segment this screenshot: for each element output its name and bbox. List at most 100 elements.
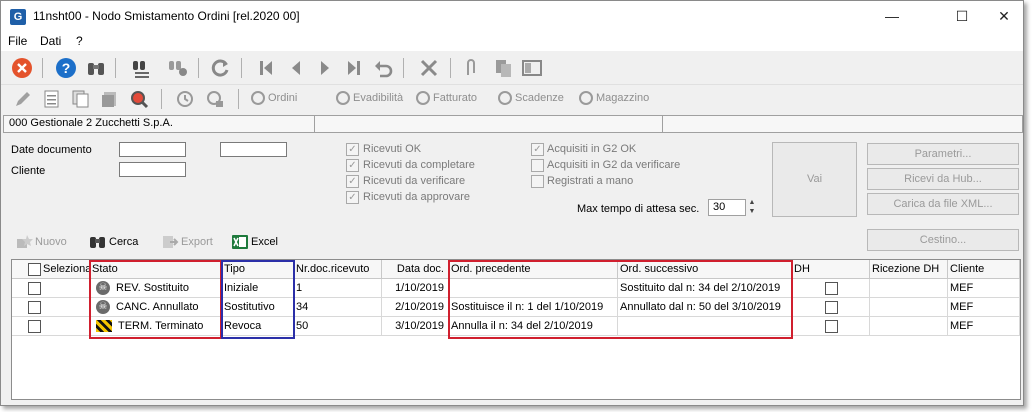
row-dh-checkbox[interactable] xyxy=(825,319,838,333)
copy-docs-icon[interactable] xyxy=(493,57,515,79)
clock-history-icon[interactable] xyxy=(175,89,195,109)
attachment-icon[interactable] xyxy=(460,57,482,79)
header-cliente[interactable]: Cliente xyxy=(948,260,1020,279)
row-dh-checkbox[interactable] xyxy=(825,300,838,314)
ricevuti-da-approvare-checkbox[interactable]: ✓ xyxy=(346,191,359,204)
header-data-doc[interactable]: Data doc. xyxy=(382,260,449,279)
ordini-icon xyxy=(251,91,265,105)
binoculars-list-icon[interactable] xyxy=(131,57,153,79)
row-stato-cell[interactable]: ☠ REV. Sostituito xyxy=(90,279,222,298)
max-wait-input[interactable]: 30 xyxy=(708,199,746,216)
binoculars-icon[interactable] xyxy=(85,57,107,79)
cerca-button[interactable]: Cerca xyxy=(89,234,138,252)
row-ricezione-dh-cell[interactable] xyxy=(870,317,948,336)
select-all-checkbox[interactable] xyxy=(28,262,41,276)
undo-icon[interactable] xyxy=(372,57,394,79)
row-cliente-cell[interactable]: MEF xyxy=(948,279,1020,298)
table-row-select-cell xyxy=(12,298,90,317)
row-tipo-cell[interactable]: Sostitutivo xyxy=(222,298,294,317)
row-cliente-cell[interactable]: MEF xyxy=(948,298,1020,317)
table-row-select-cell xyxy=(12,317,90,336)
ricevuti-ok-checkbox[interactable]: ✓ xyxy=(346,143,359,156)
menu-file[interactable]: File xyxy=(8,34,27,48)
row-data-doc-cell[interactable]: 2/10/2019 xyxy=(382,298,449,317)
delete-icon[interactable] xyxy=(418,57,440,79)
carica-da-file-xml-button[interactable]: Carica da file XML... xyxy=(867,193,1019,215)
layout-icon[interactable] xyxy=(521,57,543,79)
row-ord-precedente-cell[interactable]: Sostituisce il n: 1 del 1/10/2019 xyxy=(449,298,618,317)
evadibilita-button[interactable]: Evadibilità xyxy=(336,91,403,109)
row-select-checkbox[interactable] xyxy=(28,300,41,314)
header-seleziona[interactable]: Seleziona xyxy=(12,260,90,279)
magazzino-button[interactable]: Magazzino xyxy=(579,91,649,109)
fatturato-button[interactable]: Fatturato xyxy=(416,91,477,109)
row-ord-successivo-cell[interactable]: Sostituito dal n: 34 del 2/10/2019 xyxy=(618,279,792,298)
excel-icon xyxy=(231,234,249,250)
export-button[interactable]: Export xyxy=(161,234,213,252)
cliente-input[interactable] xyxy=(119,162,186,177)
scadenze-button[interactable]: Scadenze xyxy=(498,91,564,109)
exit-icon[interactable] xyxy=(11,57,33,79)
parametri-button[interactable]: Parametri... xyxy=(867,143,1019,165)
excel-button[interactable]: Excel xyxy=(231,234,278,252)
header-dh[interactable]: DH xyxy=(792,260,870,279)
menu-dati[interactable]: Dati xyxy=(40,34,61,48)
minimize-button[interactable]: — xyxy=(869,1,915,31)
last-record-icon[interactable] xyxy=(343,57,365,79)
next-record-icon[interactable] xyxy=(314,57,336,79)
close-window-button[interactable]: ✕ xyxy=(981,1,1023,31)
header-nr-doc[interactable]: Nr.doc.ricevuto xyxy=(294,260,382,279)
row-nr-doc-cell[interactable]: 50 xyxy=(294,317,382,336)
ricevi-da-hub-button[interactable]: Ricevi da Hub... xyxy=(867,168,1019,190)
date-to-input[interactable] xyxy=(220,142,287,157)
cestino-button[interactable]: Cestino... xyxy=(867,229,1019,251)
ricevuti-da-completare-checkbox[interactable]: ✓ xyxy=(346,159,359,172)
acquisiti-ok-checkbox[interactable]: ✓ xyxy=(531,143,544,156)
row-data-doc-cell[interactable]: 1/10/2019 xyxy=(382,279,449,298)
row-stato-cell[interactable]: TERM. Terminato xyxy=(90,317,222,336)
row-cliente-cell[interactable]: MEF xyxy=(948,317,1020,336)
row-tipo-cell[interactable]: Revoca xyxy=(222,317,294,336)
row-ord-precedente-cell[interactable]: Annulla il n: 34 del 2/10/2019 xyxy=(449,317,618,336)
acquisiti-da-verificare-checkbox[interactable] xyxy=(531,159,544,172)
row-tipo-cell[interactable]: Iniziale xyxy=(222,279,294,298)
row-stato-cell[interactable]: ☠ CANC. Annullato xyxy=(90,298,222,317)
binoculars-user-icon[interactable] xyxy=(167,57,189,79)
row-nr-doc-cell[interactable]: 1 xyxy=(294,279,382,298)
row-stato-text: CANC. Annullato xyxy=(116,301,199,313)
ricevuti-da-verificare-checkbox[interactable]: ✓ xyxy=(346,175,359,188)
row-nr-doc-cell[interactable]: 34 xyxy=(294,298,382,317)
help-icon[interactable]: ? xyxy=(55,57,77,79)
date-from-input[interactable] xyxy=(119,142,186,157)
previous-record-icon[interactable] xyxy=(285,57,307,79)
row-ord-precedente-cell[interactable] xyxy=(449,279,618,298)
row-select-checkbox[interactable] xyxy=(28,319,41,333)
max-wait-spinner[interactable]: ▲ ▼ xyxy=(747,198,757,217)
header-ricezione-dh[interactable]: Ricezione DH xyxy=(870,260,948,279)
header-ord-precedente[interactable]: Ord. precedente xyxy=(449,260,618,279)
refresh-icon[interactable] xyxy=(209,57,231,79)
row-select-checkbox[interactable] xyxy=(28,281,41,295)
search-red-icon[interactable] xyxy=(129,89,149,109)
registrati-a-mano-checkbox[interactable] xyxy=(531,175,544,188)
vai-button[interactable]: Vai xyxy=(772,142,857,217)
header-ord-successivo[interactable]: Ord. successivo xyxy=(618,260,792,279)
maximize-button[interactable]: ☐ xyxy=(939,1,985,31)
ordini-button[interactable]: Ordini xyxy=(251,91,297,109)
first-record-icon[interactable] xyxy=(255,57,277,79)
row-dh-checkbox[interactable] xyxy=(825,281,838,295)
row-ricezione-dh-cell[interactable] xyxy=(870,298,948,317)
row-data-doc-cell[interactable]: 3/10/2019 xyxy=(382,317,449,336)
row-ord-successivo-cell[interactable] xyxy=(618,317,792,336)
document-stack-icon[interactable] xyxy=(100,89,120,109)
row-ord-successivo-cell[interactable]: Annullato dal n: 50 del 3/10/2019 xyxy=(618,298,792,317)
header-stato[interactable]: Stato xyxy=(90,260,222,279)
document-multi-icon[interactable] xyxy=(71,89,91,109)
row-ricezione-dh-cell[interactable] xyxy=(870,279,948,298)
menu-help[interactable]: ? xyxy=(76,34,83,48)
pencil-icon[interactable] xyxy=(13,89,33,109)
header-tipo[interactable]: Tipo xyxy=(222,260,294,279)
nuovo-button[interactable]: Nuovo xyxy=(15,234,67,252)
document-list-icon[interactable] xyxy=(42,89,62,109)
clock-user-icon[interactable] xyxy=(205,89,225,109)
